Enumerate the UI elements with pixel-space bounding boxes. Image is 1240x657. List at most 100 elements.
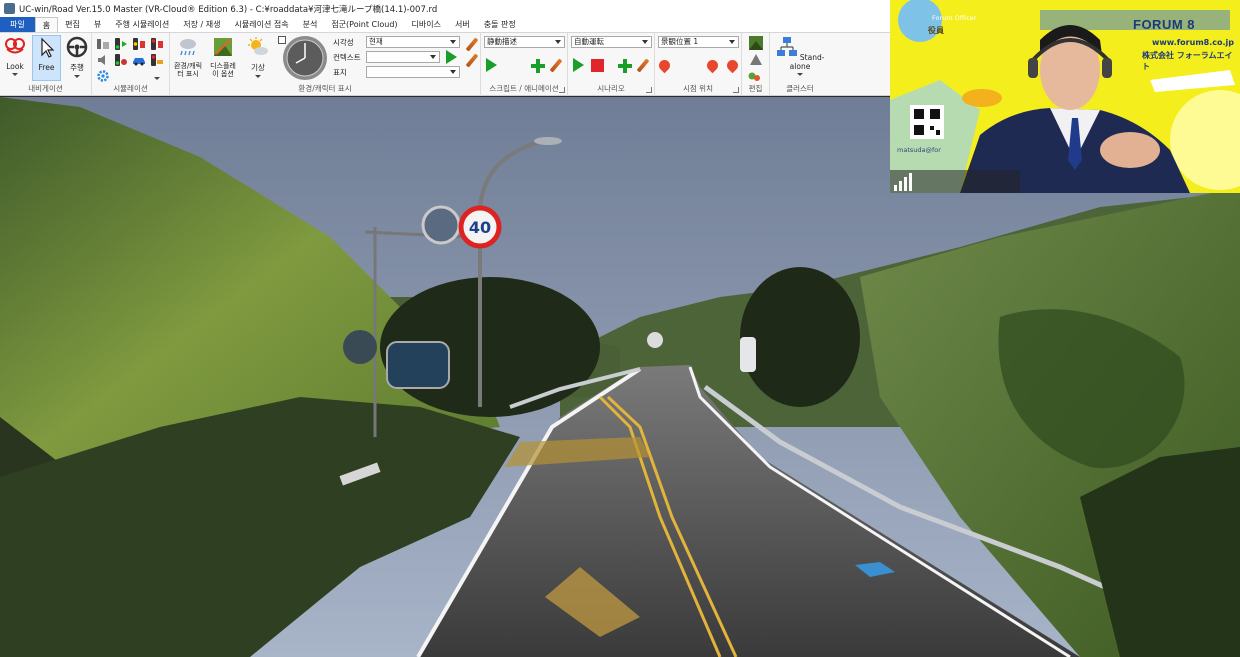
group-navigation: Look Free 주행 내비게이션 <box>0 33 92 96</box>
viewpoint-add-pin-icon[interactable] <box>704 57 721 74</box>
traffic-light-red-icon[interactable] <box>150 37 164 51</box>
edit-pencil-icon[interactable] <box>465 53 479 68</box>
edit-pencil-icon[interactable] <box>465 37 479 52</box>
terrain-edit-icon[interactable] <box>749 36 763 50</box>
look-label: Look <box>6 62 24 71</box>
traffic-light-green-icon[interactable] <box>114 37 128 51</box>
cursor-icon <box>40 37 54 58</box>
helicopter-icon <box>962 89 1002 107</box>
sound-icon[interactable] <box>96 53 110 67</box>
group-edit: 편집 <box>742 33 770 96</box>
weather-button[interactable]: 기상 <box>245 35 271 81</box>
officer-text: Forum Officer <box>932 14 977 22</box>
script-launcher[interactable] <box>559 87 565 93</box>
navigation-group-label: 내비게이션 <box>28 84 63 93</box>
drive-label: 주행 <box>70 63 84 72</box>
script-select[interactable]: 静動描述 <box>484 36 565 48</box>
signal-settings-icon[interactable] <box>96 37 110 51</box>
time-field-label: 시각성 <box>333 38 354 47</box>
app-icon <box>4 3 15 14</box>
group-cluster: Stand-alone 클러스터 <box>770 33 830 96</box>
tab-save-playback[interactable]: 저장 / 재생 <box>176 17 227 32</box>
scenario-launcher[interactable] <box>646 87 652 93</box>
email-text: matsuda@for <box>897 146 941 154</box>
tab-home[interactable]: 홈 <box>34 17 59 32</box>
tab-view[interactable]: 뷰 <box>87 17 108 32</box>
sign-select[interactable] <box>366 66 460 78</box>
sun-cloud-icon <box>248 37 268 55</box>
tab-file[interactable]: 파일 <box>0 17 35 32</box>
simulation-group-label: 시뮬레이션 <box>113 84 148 93</box>
group-script: 静動描述 스크립트 / 애니메이션 <box>481 33 568 96</box>
tab-simulation-connect[interactable]: 시뮬레이션 접속 <box>228 17 296 32</box>
viewpoint-edit-pin-icon[interactable] <box>724 57 741 74</box>
tab-edit[interactable]: 편집 <box>58 17 87 32</box>
viewpoint-pin-icon[interactable] <box>656 57 673 74</box>
traffic-light-yellow-icon[interactable] <box>132 37 146 51</box>
edit-tools-icon[interactable] <box>747 69 761 83</box>
signal-bars-icon <box>894 185 897 191</box>
viewpoint-select[interactable]: 景観位置 1 <box>658 36 739 48</box>
car-blue-icon[interactable] <box>132 53 146 67</box>
vehicle-signal-icon[interactable] <box>114 53 128 67</box>
tree-right <box>740 267 860 407</box>
display-options-button[interactable]: 디스플레이 옵션 <box>207 35 239 81</box>
sign-field-label: 표지 <box>333 68 347 77</box>
drive-button[interactable]: 주행 <box>64 35 90 81</box>
standalone-button[interactable]: Stand-alone <box>774 35 826 81</box>
clock-dial-icon[interactable] <box>282 35 328 81</box>
headset-icon <box>1028 58 1038 78</box>
tab-server[interactable]: 서버 <box>448 17 477 32</box>
traffic-light-car-icon[interactable] <box>150 53 164 67</box>
role-text: 役員 <box>928 26 944 35</box>
roadside-marker <box>740 337 756 372</box>
distant-object <box>647 332 663 348</box>
model-edit-icon[interactable] <box>749 53 763 67</box>
brand-logo: FORUM 8 <box>1133 17 1195 32</box>
display-options-label: 디스플레이 옵션 <box>210 62 236 78</box>
tab-collision[interactable]: 충돌 판정 <box>477 17 523 32</box>
script-play-button[interactable] <box>486 58 497 72</box>
scenario-select[interactable]: 自動運転 <box>571 36 652 48</box>
steering-wheel-icon <box>66 36 88 58</box>
edit-group-label: 편집 <box>748 84 763 93</box>
group-scenario: 自動運転 시나리오 <box>568 33 655 96</box>
context-play-button[interactable] <box>446 50 457 64</box>
free-label: Free <box>38 63 55 72</box>
time-select[interactable]: 현재 <box>366 36 460 48</box>
scenario-add-icon[interactable] <box>618 59 632 73</box>
gear-icon[interactable] <box>96 69 110 83</box>
rain-cloud-icon <box>180 39 196 56</box>
look-button[interactable]: Look <box>2 35 28 81</box>
group-viewpoint: 景観位置 1 시점 위치 <box>655 33 742 96</box>
script-add-icon[interactable] <box>531 59 545 73</box>
display-options-icon <box>214 38 232 56</box>
cluster-group-label: 클러스터 <box>786 84 814 93</box>
script-edit-icon[interactable] <box>549 58 563 73</box>
context-field-label: 컨텍스트 <box>333 53 361 62</box>
scenario-edit-icon[interactable] <box>636 58 650 73</box>
viewpoint-launcher[interactable] <box>733 87 739 93</box>
company-name: 株式会社 フォーラムエイト <box>1142 51 1233 71</box>
weather-environment-label: 환경/캐릭터 표시 <box>173 62 203 78</box>
tab-analysis[interactable]: 분석 <box>296 17 325 32</box>
group-simulation: 시뮬레이션 <box>92 33 170 96</box>
scenario-play-button[interactable] <box>573 58 584 72</box>
weather-environment-button[interactable]: 환경/캐릭터 표시 <box>173 35 203 81</box>
window-title: UC-win/Road Ver.15.0 Master (VR-Cloud® E… <box>19 4 438 15</box>
app-window: UC-win/Road Ver.15.0 Master (VR-Cloud® E… <box>0 0 1240 657</box>
tab-driving-simulation[interactable]: 주행 시뮬레이션 <box>108 17 176 32</box>
context-select[interactable] <box>366 51 440 63</box>
script-group-label: 스크립트 / 애니메이션 <box>489 84 559 93</box>
scenario-group-label: 시나리오 <box>597 84 625 93</box>
scenario-stop-button[interactable] <box>591 59 604 72</box>
look-icon <box>5 38 25 54</box>
group-environment: 환경/캐릭터 표시 디스플레이 옵션 기상 시각성 현재 컨텍스트 표지 환경/… <box>170 33 481 96</box>
tab-point-cloud[interactable]: 점군(Point Cloud) <box>324 17 404 32</box>
webcam-overlay: Forum Officer 役員 FORUM 8 www.forum8.co.j… <box>890 0 1240 193</box>
street-lamp-head <box>534 137 562 145</box>
free-button[interactable]: Free <box>32 35 61 81</box>
info-board <box>386 341 450 389</box>
tab-device[interactable]: 디바이스 <box>405 17 448 32</box>
viewpoint-group-label: 시점 위치 <box>683 84 713 93</box>
